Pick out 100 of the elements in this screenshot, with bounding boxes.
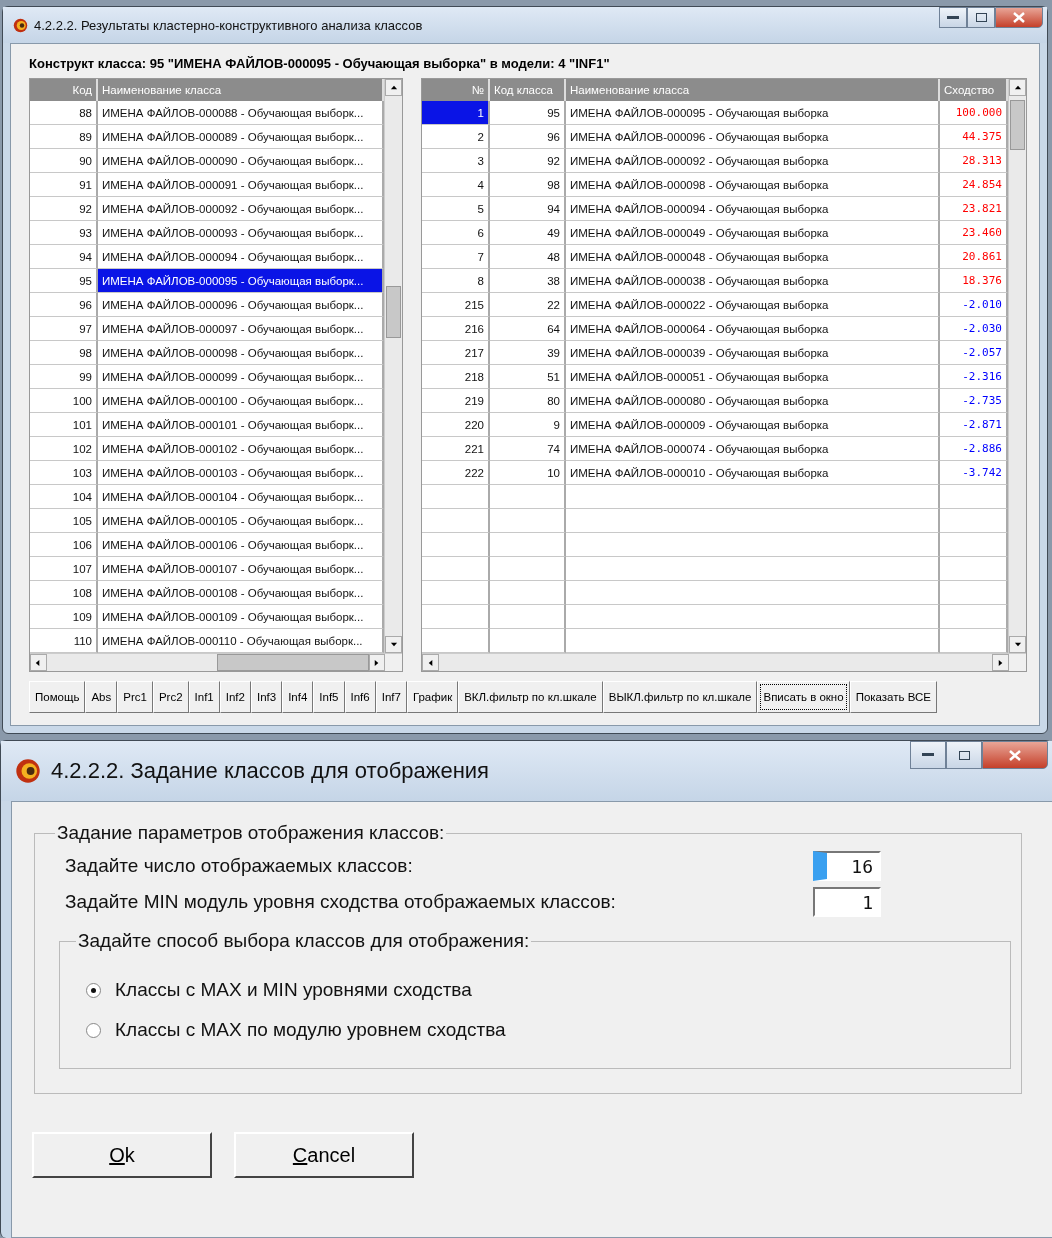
- table-cell: 106: [30, 533, 98, 557]
- table-cell: ИМЕНА ФАЙЛОВ-000064 - Обучающая выборка: [566, 317, 940, 341]
- toolbar-button[interactable]: График: [406, 681, 459, 713]
- table-cell[interactable]: 219: [422, 389, 490, 413]
- table-cell[interactable]: 218: [422, 365, 490, 389]
- table-cell: 74: [490, 437, 566, 461]
- table-cell[interactable]: 220: [422, 413, 490, 437]
- table-cell: 9: [490, 413, 566, 437]
- radio-option[interactable]: Классы с MAX и MIN уровнями сходства: [86, 970, 1000, 1010]
- scroll-thumb[interactable]: [1010, 100, 1025, 150]
- table-cell[interactable]: 217: [422, 341, 490, 365]
- minimize-button[interactable]: [910, 741, 946, 769]
- table-cell: 94: [490, 197, 566, 221]
- window-title: 4.2.2.2. Задание классов для отображения: [51, 758, 490, 784]
- table-cell[interactable]: 2: [422, 125, 490, 149]
- toolbar-button[interactable]: Вписать в окно: [757, 681, 850, 713]
- input-field[interactable]: 1: [813, 887, 881, 917]
- table-cell[interactable]: 7: [422, 245, 490, 269]
- toolbar-button[interactable]: Inf6: [344, 681, 376, 713]
- maximize-icon: [958, 750, 970, 760]
- table-cell: ИМЕНА ФАЙЛОВ-000051 - Обучающая выборка: [566, 365, 940, 389]
- maximize-icon: [975, 13, 987, 22]
- toolbar-button[interactable]: Inf2: [219, 681, 251, 713]
- toolbar-button[interactable]: Inf7: [375, 681, 407, 713]
- maximize-button[interactable]: [946, 741, 982, 769]
- dialog-button[interactable]: Ok: [32, 1132, 212, 1178]
- table-cell: ИМЕНА ФАЙЛОВ-000094 - Обучающая выборка: [566, 197, 940, 221]
- table-cell[interactable]: 222: [422, 461, 490, 485]
- table-cell[interactable]: ИМЕНА ФАЙЛОВ-000095 - Обучающая выборк...: [98, 269, 384, 293]
- radio-option[interactable]: Классы с MAX по модулю уровнем сходства: [86, 1010, 1000, 1050]
- toolbar-button[interactable]: Inf4: [282, 681, 314, 713]
- table-cell: 64: [490, 317, 566, 341]
- scroll-thumb[interactable]: [216, 654, 369, 671]
- minimize-icon: [947, 15, 959, 20]
- minimize-button[interactable]: [939, 7, 967, 28]
- horizontal-scrollbar[interactable]: [30, 653, 402, 671]
- table-cell[interactable]: 215: [422, 293, 490, 317]
- table-cell: ИМЕНА ФАЙЛОВ-000022 - Обучающая выборка: [566, 293, 940, 317]
- table-cell: ИМЕНА ФАЙЛОВ-000095 - Обучающая выборка: [566, 101, 940, 125]
- table-cell: 96: [490, 125, 566, 149]
- scroll-arrow-button[interactable]: [992, 654, 1009, 671]
- triangle-icon: [1013, 83, 1022, 92]
- table-cell: 107: [30, 557, 98, 581]
- close-button[interactable]: [982, 741, 1048, 769]
- close-button[interactable]: [995, 7, 1043, 28]
- scrollbar-corner: [1009, 654, 1026, 671]
- input-field[interactable]: 16: [813, 851, 881, 881]
- toolbar-button[interactable]: Inf1: [188, 681, 220, 713]
- table-cell: ИМЕНА ФАЙЛОВ-000038 - Обучающая выборка: [566, 269, 940, 293]
- table-cell: ИМЕНА ФАЙЛОВ-000009 - Обучающая выборка: [566, 413, 940, 437]
- table-cell: 93: [30, 221, 98, 245]
- vertical-scrollbar[interactable]: [1008, 79, 1026, 653]
- toolbar-button[interactable]: Показать ВСЕ: [849, 681, 937, 713]
- table-cell[interactable]: 5: [422, 197, 490, 221]
- toolbar-button[interactable]: Prc1: [117, 681, 153, 713]
- scroll-arrow-button[interactable]: [1009, 636, 1026, 653]
- table-cell: 39: [490, 341, 566, 365]
- table-cell: 10: [490, 461, 566, 485]
- toolbar-button[interactable]: Помощь: [29, 681, 86, 713]
- toolbar-button[interactable]: ВКЛ.фильтр по кл.шкале: [458, 681, 603, 713]
- column-header: Наименование класса: [98, 79, 384, 101]
- table-cell[interactable]: 6: [422, 221, 490, 245]
- table-cell: 90: [30, 149, 98, 173]
- table-cell: 94: [30, 245, 98, 269]
- table-cell: 98: [490, 173, 566, 197]
- table-cell[interactable]: 1: [422, 101, 490, 125]
- window-title: 4.2.2.2. Результаты кластерно-конструктивного анализа классов: [34, 17, 424, 33]
- table-cell: 92: [490, 149, 566, 173]
- scroll-arrow-button[interactable]: [422, 654, 439, 671]
- table-cell: 91: [30, 173, 98, 197]
- empty-cell: [422, 509, 490, 533]
- toolbar-button[interactable]: Prc2: [152, 681, 189, 713]
- horizontal-scrollbar[interactable]: [422, 653, 1026, 671]
- field-label: Задайте число отображаемых классов:: [65, 855, 413, 877]
- table-cell[interactable]: 221: [422, 437, 490, 461]
- triangle-icon: [389, 83, 398, 92]
- maximize-button[interactable]: [967, 7, 995, 28]
- dialog-button[interactable]: Cancel: [234, 1132, 414, 1178]
- column-header: Код: [30, 79, 98, 101]
- vertical-scrollbar[interactable]: [384, 79, 402, 653]
- table-cell[interactable]: 3: [422, 149, 490, 173]
- empty-cell: [422, 557, 490, 581]
- toolbar-button[interactable]: ВЫКЛ.фильтр по кл.шкале: [602, 681, 758, 713]
- table-cell[interactable]: 216: [422, 317, 490, 341]
- table-cell: 109: [30, 605, 98, 629]
- scroll-arrow-button[interactable]: [385, 636, 402, 653]
- toolbar-button[interactable]: Inf5: [313, 681, 345, 713]
- table-cell[interactable]: 4: [422, 173, 490, 197]
- table-cell[interactable]: 8: [422, 269, 490, 293]
- toolbar-button[interactable]: Inf3: [250, 681, 283, 713]
- table-cell: ИМЕНА ФАЙЛОВ-000096 - Обучающая выборка: [566, 125, 940, 149]
- toolbar-button[interactable]: Abs: [85, 681, 118, 713]
- table-cell: 48: [490, 245, 566, 269]
- scroll-arrow-button[interactable]: [385, 79, 402, 96]
- table-cell: 100: [30, 389, 98, 413]
- scroll-arrow-button[interactable]: [30, 654, 47, 671]
- scrollbar-corner: [385, 654, 402, 671]
- app-logo-icon: [13, 17, 28, 33]
- scroll-thumb[interactable]: [386, 286, 401, 338]
- scroll-arrow-button[interactable]: [1009, 79, 1026, 96]
